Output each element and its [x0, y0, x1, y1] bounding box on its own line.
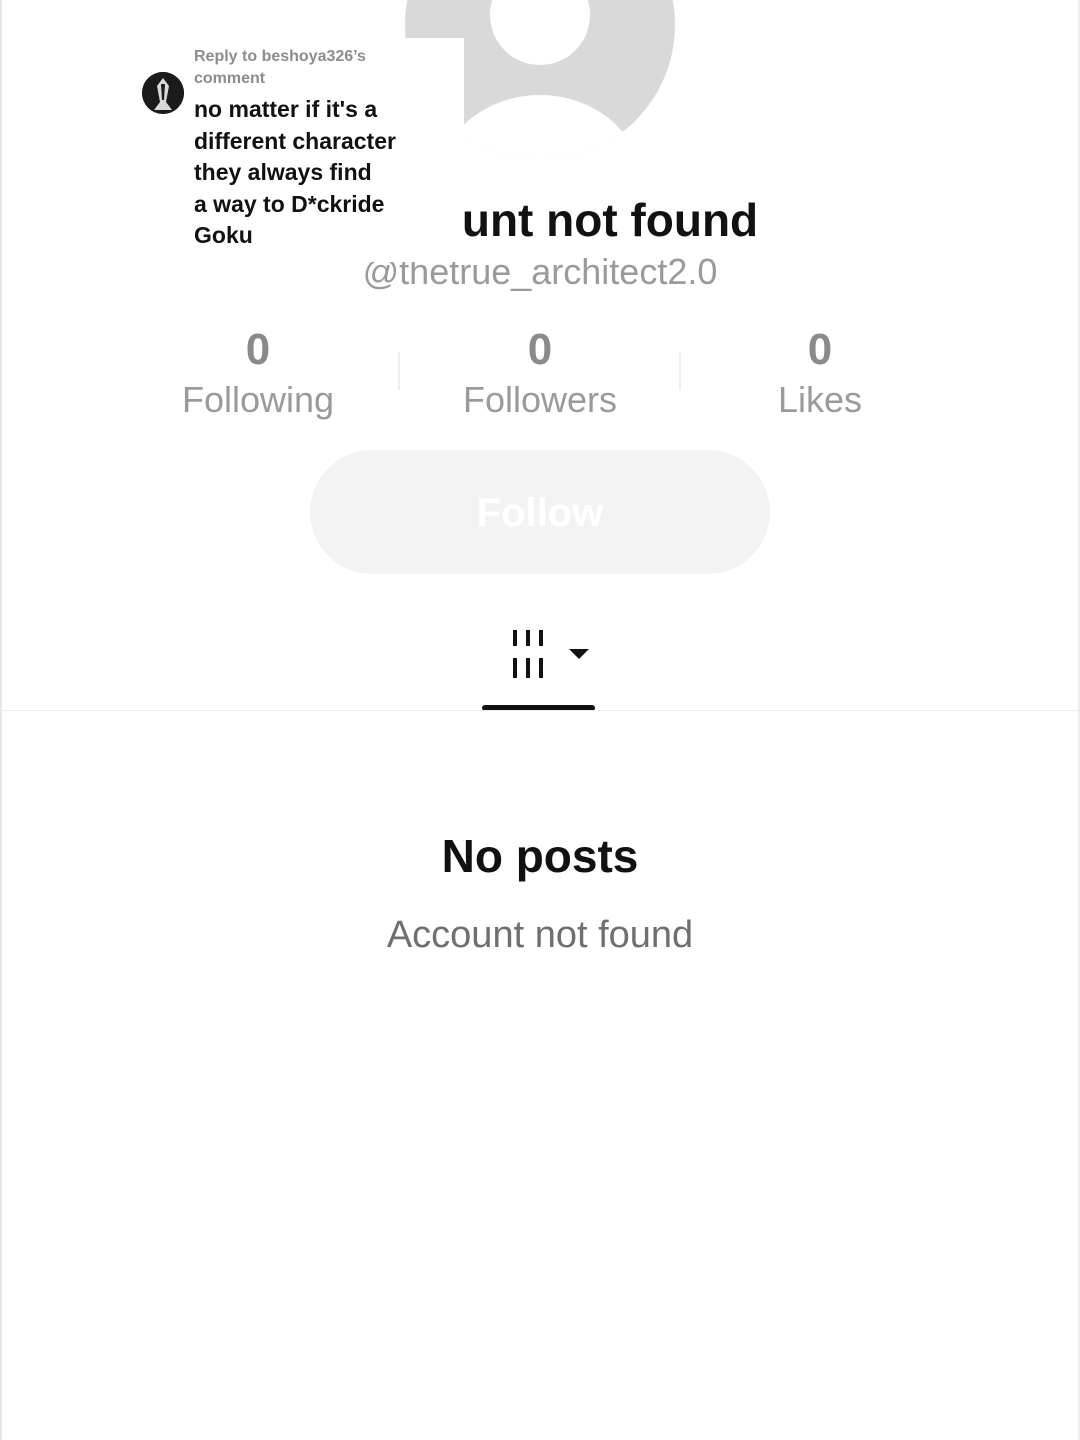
reply-header-line: Reply to beshoya326’s: [194, 48, 366, 65]
likes-count: 0: [807, 325, 833, 374]
stat-following[interactable]: 0 Following: [138, 322, 378, 422]
grid-filter-icon[interactable]: [508, 628, 598, 684]
tab-divider: [0, 710, 1080, 711]
follow-button[interactable]: Follow: [310, 450, 770, 574]
reply-header: Reply to beshoya326’s comment: [194, 46, 454, 90]
stat-divider: [679, 352, 681, 390]
likes-label: Likes: [777, 379, 863, 420]
reply-header-line: comment: [194, 70, 266, 87]
profile-screen: unt not found @thetrue_architect2.0 0 Fo…: [0, 0, 1080, 1440]
avatar-body: [440, 95, 640, 160]
reply-line: Goku: [194, 222, 253, 249]
followers-count: 0: [527, 325, 553, 374]
following-label: Following: [181, 379, 335, 420]
reply-line: they always find: [194, 159, 372, 186]
commenter-avatar-icon: [142, 72, 184, 114]
stat-likes[interactable]: 0 Likes: [700, 322, 940, 422]
empty-state-subtitle: Account not found: [386, 914, 694, 956]
stat-divider: [398, 352, 400, 390]
followers-label: Followers: [462, 379, 618, 420]
empty-state-title: No posts: [441, 830, 639, 882]
reply-avatar: [142, 72, 184, 114]
grid-filter-svg: [513, 630, 589, 678]
triangle-down-icon: [569, 649, 589, 659]
stat-followers[interactable]: 0 Followers: [420, 322, 660, 422]
following-count: 0: [245, 325, 271, 374]
reply-comment-text: no matter if it's a different character …: [194, 94, 444, 252]
reply-line: different character: [194, 127, 396, 154]
reply-line: a way to D*ckride: [194, 190, 385, 217]
reply-line: no matter if it's a: [194, 96, 378, 122]
avatar-head: [490, 0, 590, 65]
